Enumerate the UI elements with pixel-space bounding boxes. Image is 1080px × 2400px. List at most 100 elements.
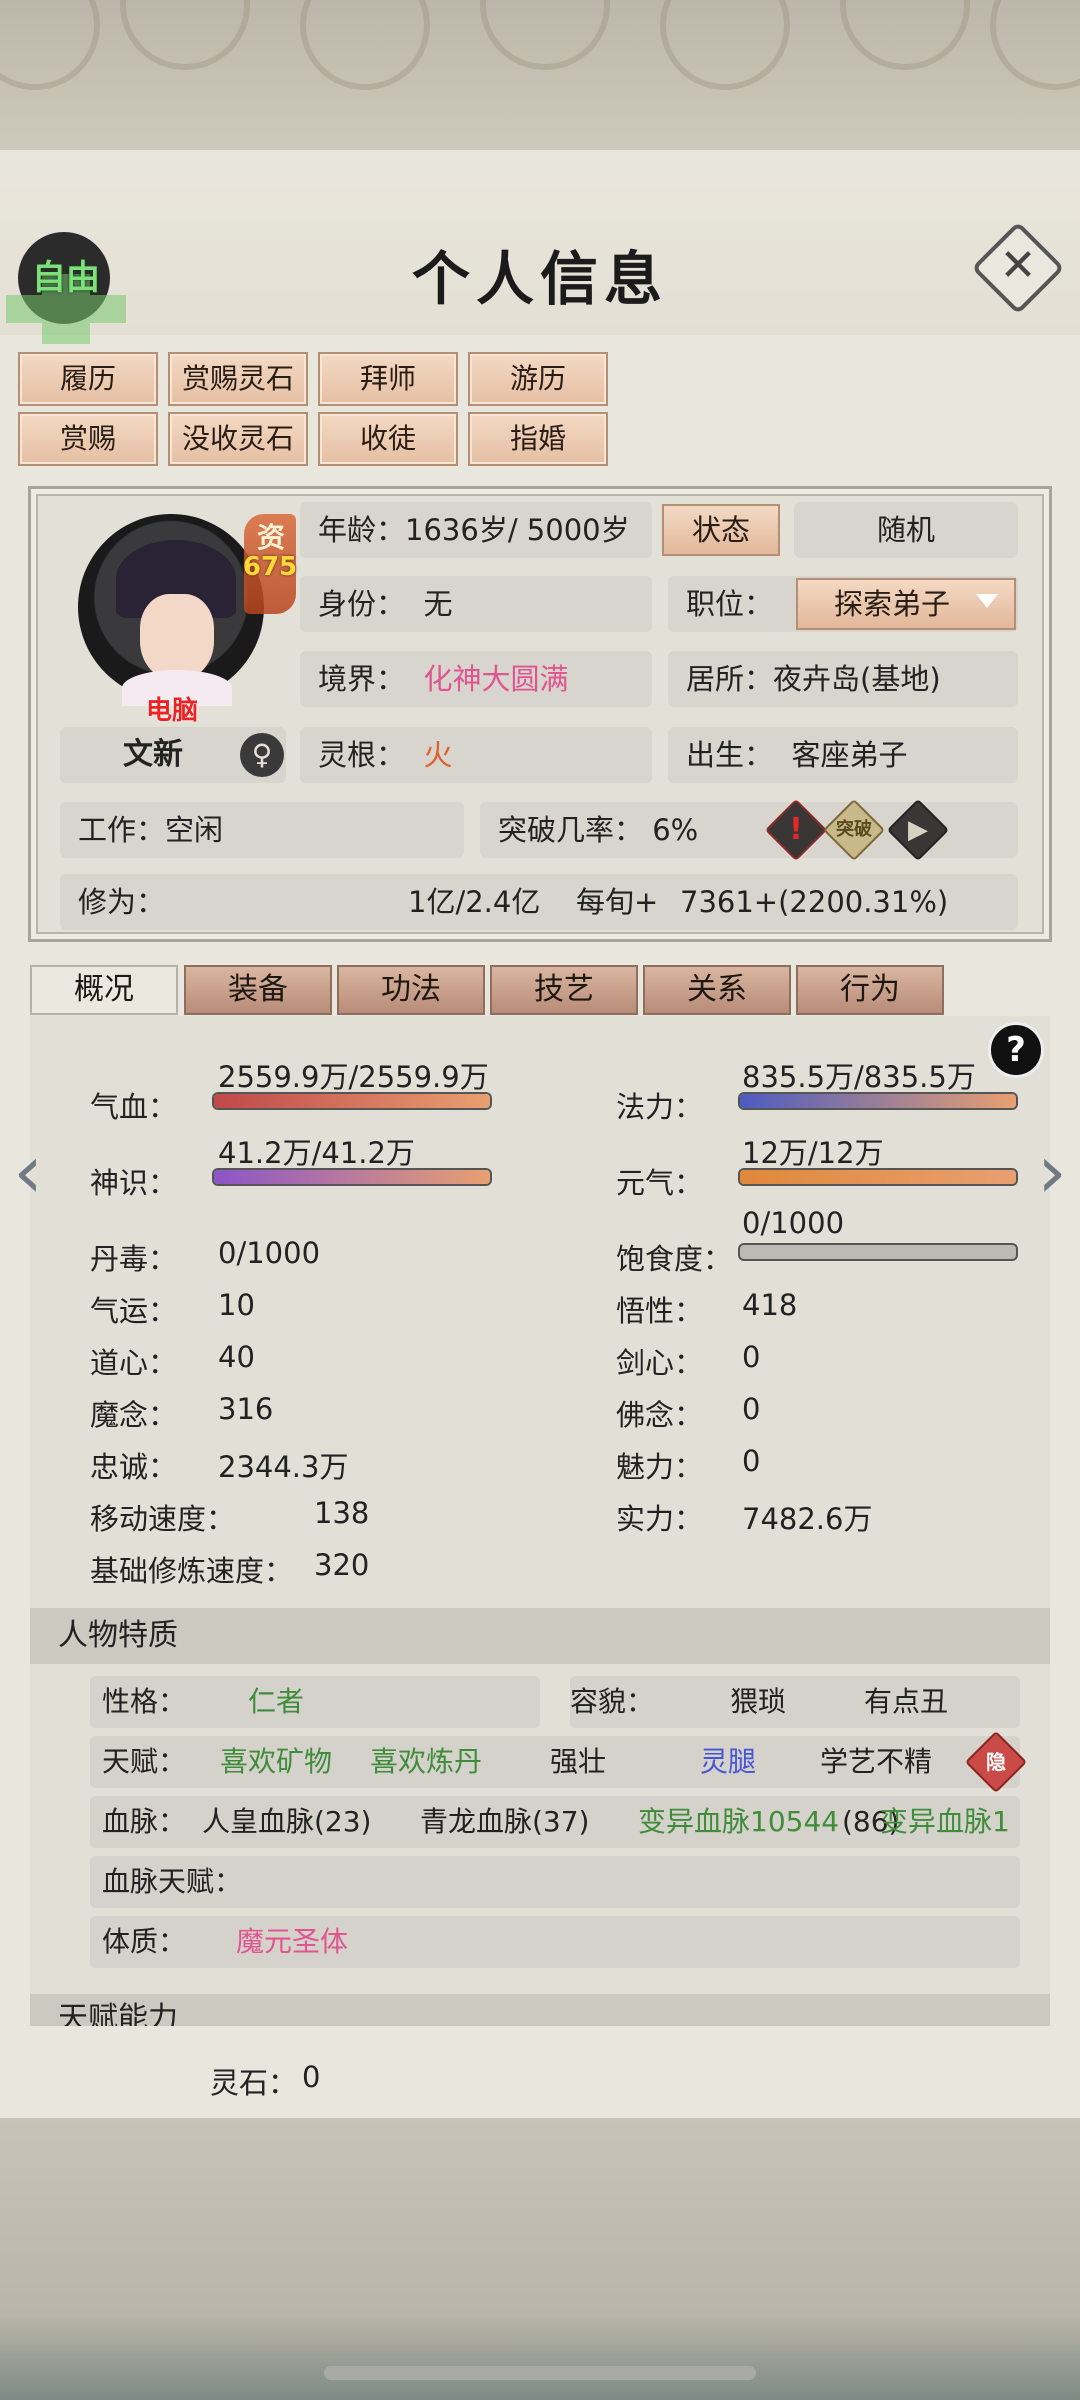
mana-bar [738, 1092, 1018, 1110]
dao-heart-value: 40 [218, 1340, 255, 1374]
work-label: 工作： [78, 813, 166, 847]
talent-5[interactable]: 学艺不精 [820, 1736, 932, 1788]
origin-label: 出生： [686, 738, 774, 772]
comprehension-value: 418 [742, 1288, 798, 1322]
hp-bar [212, 1092, 492, 1110]
free-label: 自由 [32, 258, 100, 298]
satiety-bar [738, 1243, 1018, 1261]
next-arrow-icon[interactable]: › [1032, 1132, 1072, 1212]
tab-relations[interactable]: 关系 [643, 965, 791, 1015]
random-button[interactable]: 随机 [794, 502, 1018, 558]
confiscate-stones-button[interactable]: 没收灵石 [168, 412, 308, 466]
prev-arrow-icon[interactable]: ‹ [8, 1132, 48, 1212]
play-icon[interactable]: ▶ [888, 800, 948, 860]
bottom-background [0, 2118, 1080, 2400]
charm-value: 0 [742, 1444, 761, 1478]
poison-label: 丹毒： [90, 1242, 178, 1276]
power-value: 7482.6万 [742, 1502, 873, 1536]
spirit-stone-value: 0 [302, 2060, 321, 2094]
realm-field: 境界： 化神大圆满 [300, 651, 652, 707]
travel-button[interactable]: 游历 [468, 352, 608, 406]
talent-label: 天赋： [102, 1745, 187, 1778]
bloodline-5[interactable]: 变异血脉1 [880, 1796, 1010, 1848]
computer-tag: 电脑 [145, 696, 198, 726]
tab-skills[interactable]: 技艺 [490, 965, 638, 1015]
take-disciple-button[interactable]: 收徒 [318, 412, 458, 466]
origin-value: 客座弟子 [791, 738, 908, 772]
talent-1[interactable]: 喜欢矿物 [220, 1736, 332, 1788]
arrange-marriage-button[interactable]: 指婚 [468, 412, 608, 466]
traits-section-title: 人物特质 [30, 1608, 1050, 1664]
tab-equipment[interactable]: 装备 [184, 965, 332, 1015]
luck-label: 气运： [90, 1294, 178, 1328]
talent-4[interactable]: 灵腿 [700, 1736, 756, 1788]
personality-row: 性格： 仁者 [90, 1676, 540, 1728]
vital-bar-fill [740, 1170, 1016, 1184]
hp-bar-fill [214, 1094, 490, 1108]
cultivation-field: 修为： 1亿/2.4亿 每旬+ 7361+(2200.31%) [60, 874, 1018, 930]
warning-icon[interactable]: ! [766, 800, 826, 860]
mana-text: 835.5万/835.5万 [742, 1060, 976, 1094]
position-label: 职位： [686, 587, 774, 621]
sense-bar [212, 1168, 492, 1186]
spirit-root-label: 灵根： [318, 738, 406, 772]
meditation-icon[interactable]: 突破 [824, 800, 884, 860]
tab-techniques[interactable]: 功法 [337, 965, 485, 1015]
wave-ornament [990, 0, 1080, 90]
satiety-label: 饱食度： [616, 1242, 733, 1276]
vital-bar [738, 1168, 1018, 1186]
tab-behavior[interactable]: 行为 [796, 965, 944, 1015]
poison-value: 0/1000 [218, 1236, 321, 1270]
work-value: 空闲 [165, 813, 224, 847]
buddha-thought-label: 佛念： [616, 1398, 704, 1432]
wave-ornament [120, 0, 250, 70]
dao-heart-label: 道心： [90, 1346, 178, 1380]
demon-thought-value: 316 [218, 1392, 274, 1426]
bloodline-talent-label: 血脉天赋： [102, 1865, 243, 1898]
personality-label: 性格： [102, 1685, 187, 1718]
status-button[interactable]: 状态 [662, 504, 780, 556]
talent-row: 天赋： 喜欢矿物 喜欢炼丹 强壮 灵腿 学艺不精 [90, 1736, 1020, 1788]
breakthrough-label: 突破几率： [498, 813, 644, 847]
talent-2[interactable]: 喜欢炼丹 [370, 1736, 482, 1788]
help-icon[interactable]: ? [988, 1022, 1044, 1078]
tab-overview[interactable]: 概况 [30, 965, 178, 1015]
spirit-root-value: 火 [423, 738, 453, 772]
satiety-text: 0/1000 [742, 1206, 845, 1240]
take-master-button[interactable]: 拜师 [318, 352, 458, 406]
hidden-icon[interactable]: 隐 [966, 1732, 1026, 1792]
hp-text: 2559.9万/2559.9万 [218, 1060, 489, 1094]
reward-stones-button[interactable]: 赏赐灵石 [168, 352, 308, 406]
top-decoration [0, 0, 1080, 150]
home-indicator[interactable] [324, 2366, 756, 2380]
bloodline-2[interactable]: 青龙血脉(37) [420, 1796, 589, 1848]
page-title: 个人信息 [411, 245, 668, 313]
close-icon[interactable]: ✕ [985, 240, 1051, 300]
origin-field: 出生： 客座弟子 [668, 727, 1018, 783]
reward-button[interactable]: 赏赐 [18, 412, 158, 466]
base-speed-label: 基础修炼速度： [90, 1554, 294, 1588]
base-speed-value: 320 [314, 1548, 370, 1582]
bloodline-3[interactable]: 变异血脉10544 [638, 1796, 839, 1848]
charm-label: 魅力： [616, 1450, 704, 1484]
luck-value: 10 [218, 1288, 255, 1322]
sense-bar-fill [214, 1170, 490, 1184]
history-button[interactable]: 履历 [18, 352, 158, 406]
loyalty-value: 2344.3万 [218, 1450, 349, 1484]
bloodline-label: 血脉： [102, 1805, 187, 1838]
appearance-label: 容貌： [570, 1685, 655, 1718]
age-value: 1636岁/ 5000岁 [405, 513, 630, 547]
age-field: 年龄：1636岁/ 5000岁 [300, 502, 652, 558]
avatar-face [140, 594, 214, 680]
breakthrough-value: 6% [652, 813, 699, 847]
sense-text: 41.2万/41.2万 [218, 1136, 415, 1170]
per-turn-value: 7361+(2200.31%) [680, 885, 949, 919]
bloodline-1[interactable]: 人皇血脉(23) [202, 1796, 371, 1848]
residence-value: 夜卉岛(基地) [773, 662, 941, 696]
dropdown-arrow-icon[interactable] [976, 594, 998, 608]
talent-3[interactable]: 强壮 [550, 1736, 606, 1788]
comprehension-label: 悟性： [616, 1294, 704, 1328]
appearance-value-1: 猥琐 [730, 1685, 787, 1718]
cultivation-value: 1亿/2.4亿 [408, 885, 541, 919]
female-icon: ♀ [240, 733, 284, 777]
